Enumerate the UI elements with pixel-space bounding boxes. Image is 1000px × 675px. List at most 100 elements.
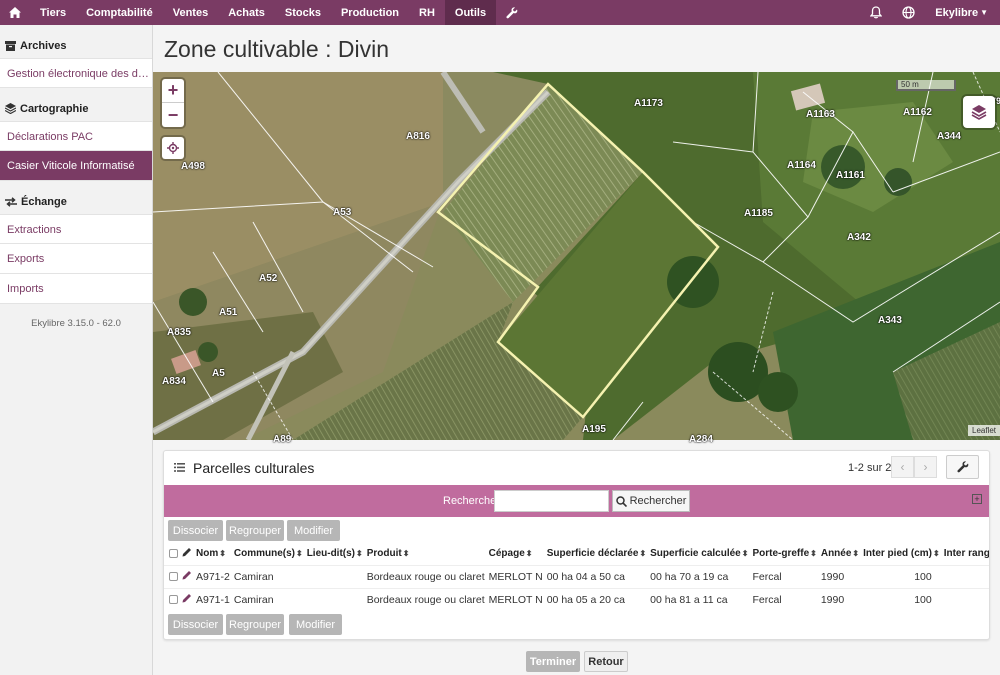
nav-item-outils[interactable]: Outils — [444, 0, 497, 25]
parcel-label: A343 — [878, 315, 902, 326]
nav-item-ventes[interactable]: Ventes — [163, 0, 218, 25]
sidebar-item-exports[interactable]: Exports — [0, 244, 152, 274]
col-inter-rang[interactable]: Inter rang (cm)⬍ — [942, 543, 989, 565]
app-version: Ekylibre 3.15.0 - 62.0 — [31, 318, 121, 329]
col-nom[interactable]: Nom⬍ — [194, 543, 232, 565]
bell-icon[interactable] — [860, 0, 892, 25]
sort-icon: ⬍ — [933, 549, 940, 559]
sidebar-item-casier-viticole[interactable]: Casier Viticole Informatisé — [0, 151, 152, 181]
map-attribution[interactable]: Leaflet — [968, 425, 1000, 436]
row-checkbox[interactable] — [169, 595, 178, 605]
parcel-label: A498 — [181, 161, 205, 172]
zoom-in-icon[interactable]: + — [162, 79, 184, 103]
col-lieux-dits[interactable]: Lieu-dit(s)⬍ — [305, 543, 365, 565]
user-menu[interactable]: Ekylibre ▼ — [925, 0, 1000, 25]
nav-item-rh[interactable]: RH — [409, 0, 445, 25]
row-porte-greffe: Fercal — [750, 587, 819, 611]
list-icon — [174, 463, 185, 472]
parcel-label: A195 — [582, 424, 606, 435]
regrouper-button[interactable]: Regrouper — [226, 520, 284, 541]
parcel-label: A1162 — [903, 107, 932, 118]
row-lieudit — [304, 587, 365, 611]
layers-switcher-icon[interactable] — [963, 96, 995, 128]
sidebar-item-declarations-pac[interactable]: Déclarations PAC — [0, 121, 152, 151]
sort-icon: ⬍ — [525, 549, 533, 559]
search-button[interactable]: Rechercher — [612, 490, 690, 512]
sidebar-item-ged[interactable]: Gestion électronique des documents — [0, 58, 152, 88]
nav-item-production[interactable]: Production — [331, 0, 409, 25]
select-all-checkbox[interactable] — [169, 549, 178, 559]
layers-icon — [5, 103, 16, 114]
row-annee: 1990 — [818, 587, 862, 611]
table-row[interactable]: A971-1 Camiran Bordeaux rouge ou claret … — [164, 587, 989, 611]
parcel-label: A342 — [847, 232, 871, 243]
col-inter-pied[interactable]: Inter pied (cm)⬍ — [861, 543, 942, 565]
row-inter-pied: 100 — [861, 587, 942, 611]
parcelles-table: Nom⬍ Commune(s)⬍ Lieu-dit(s)⬍ Produit⬍ C… — [164, 543, 989, 611]
home-icon[interactable] — [0, 0, 30, 25]
sidebar-item-extractions[interactable]: Extractions — [0, 214, 152, 244]
row-produit: Bordeaux rouge ou claret — [364, 587, 487, 611]
wrench-icon[interactable] — [496, 0, 528, 25]
expand-icon[interactable]: + — [972, 494, 982, 504]
next-page-icon[interactable]: › — [914, 456, 937, 478]
col-cepage[interactable]: Cépage⬍ — [487, 543, 545, 565]
sidebar-section-cartographie: Cartographie — [0, 96, 152, 121]
sort-icon: ⬍ — [810, 549, 817, 559]
row-name-link[interactable]: A971-2 — [194, 564, 232, 588]
pencil-icon — [182, 548, 191, 557]
parcel-label: A5 — [212, 368, 225, 379]
map-view[interactable] — [153, 72, 1000, 440]
panel-title: Parcelles culturales — [193, 460, 315, 476]
sidebar-section-archives: Archives — [0, 33, 152, 58]
nav-item-stocks[interactable]: Stocks — [275, 0, 331, 25]
row-name-link[interactable]: A971-1 — [194, 587, 232, 611]
edit-pencil-icon[interactable] — [182, 570, 192, 580]
regrouper-button-bottom[interactable]: Regrouper — [226, 614, 284, 635]
sidebar-section-echange: Échange — [0, 189, 152, 214]
search-input[interactable] — [494, 490, 609, 512]
sort-icon: ⬍ — [295, 549, 303, 559]
nav-item-comptabilite[interactable]: Comptabilité — [76, 0, 163, 25]
map-scale: 50 m — [896, 80, 956, 91]
edit-pencil-icon[interactable] — [182, 593, 192, 603]
panel-header: Parcelles culturales 1-2 sur 2 ‹ › — [164, 451, 989, 485]
modifier-button[interactable]: Modifier — [287, 520, 340, 541]
col-communes[interactable]: Commune(s)⬍ — [232, 543, 305, 565]
dissocier-button-bottom[interactable]: Dissocier — [168, 614, 223, 635]
search-icon — [615, 495, 627, 507]
row-checkbox[interactable] — [169, 572, 178, 582]
sidebar: Archives Gestion électronique des docume… — [0, 25, 153, 675]
row-annee: 1990 — [818, 564, 862, 588]
retour-button[interactable]: Retour — [584, 651, 628, 672]
parcel-label: A834 — [162, 376, 186, 387]
nav-item-achats[interactable]: Achats — [218, 0, 275, 25]
sidebar-item-imports[interactable]: Imports — [0, 274, 152, 304]
table-row[interactable]: A971-2 Camiran Bordeaux rouge ou claret … — [164, 564, 989, 588]
exchange-icon — [5, 196, 17, 207]
col-porte-greffe[interactable]: Porte-greffe⬍ — [750, 543, 818, 565]
col-superficie-declaree[interactable]: Superficie déclarée⬍ — [545, 543, 648, 565]
col-produit[interactable]: Produit⬍ — [365, 543, 487, 565]
row-inter-rang — [941, 587, 989, 611]
row-superficie-declaree: 00 ha 04 a 50 ca — [544, 564, 649, 588]
globe-icon[interactable] — [892, 0, 925, 25]
search-label: Rechercher — [443, 495, 500, 507]
modifier-button-bottom[interactable]: Modifier — [289, 614, 342, 635]
table-header-row: Nom⬍ Commune(s)⬍ Lieu-dit(s)⬍ Produit⬍ C… — [164, 543, 989, 565]
row-lieudit — [304, 564, 365, 588]
terminer-button[interactable]: Terminer — [526, 651, 580, 672]
row-superficie-calculee: 00 ha 70 a 19 ca — [648, 564, 751, 588]
prev-page-icon[interactable]: ‹ — [891, 456, 914, 478]
locate-icon[interactable] — [162, 137, 184, 159]
pagination-count: 1-2 sur 2 — [848, 462, 892, 474]
dissocier-button[interactable]: Dissocier — [168, 520, 223, 541]
row-inter-rang — [941, 564, 989, 588]
nav-item-tiers[interactable]: Tiers — [30, 0, 76, 25]
zoom-out-icon[interactable]: − — [162, 103, 184, 127]
col-superficie-calculee[interactable]: Superficie calculée⬍ — [648, 543, 750, 565]
map-zoom-control: + − — [162, 79, 184, 127]
col-annee[interactable]: Année⬍ — [819, 543, 861, 565]
sort-icon: ⬍ — [402, 549, 410, 559]
table-settings-wrench-icon[interactable] — [946, 455, 979, 479]
